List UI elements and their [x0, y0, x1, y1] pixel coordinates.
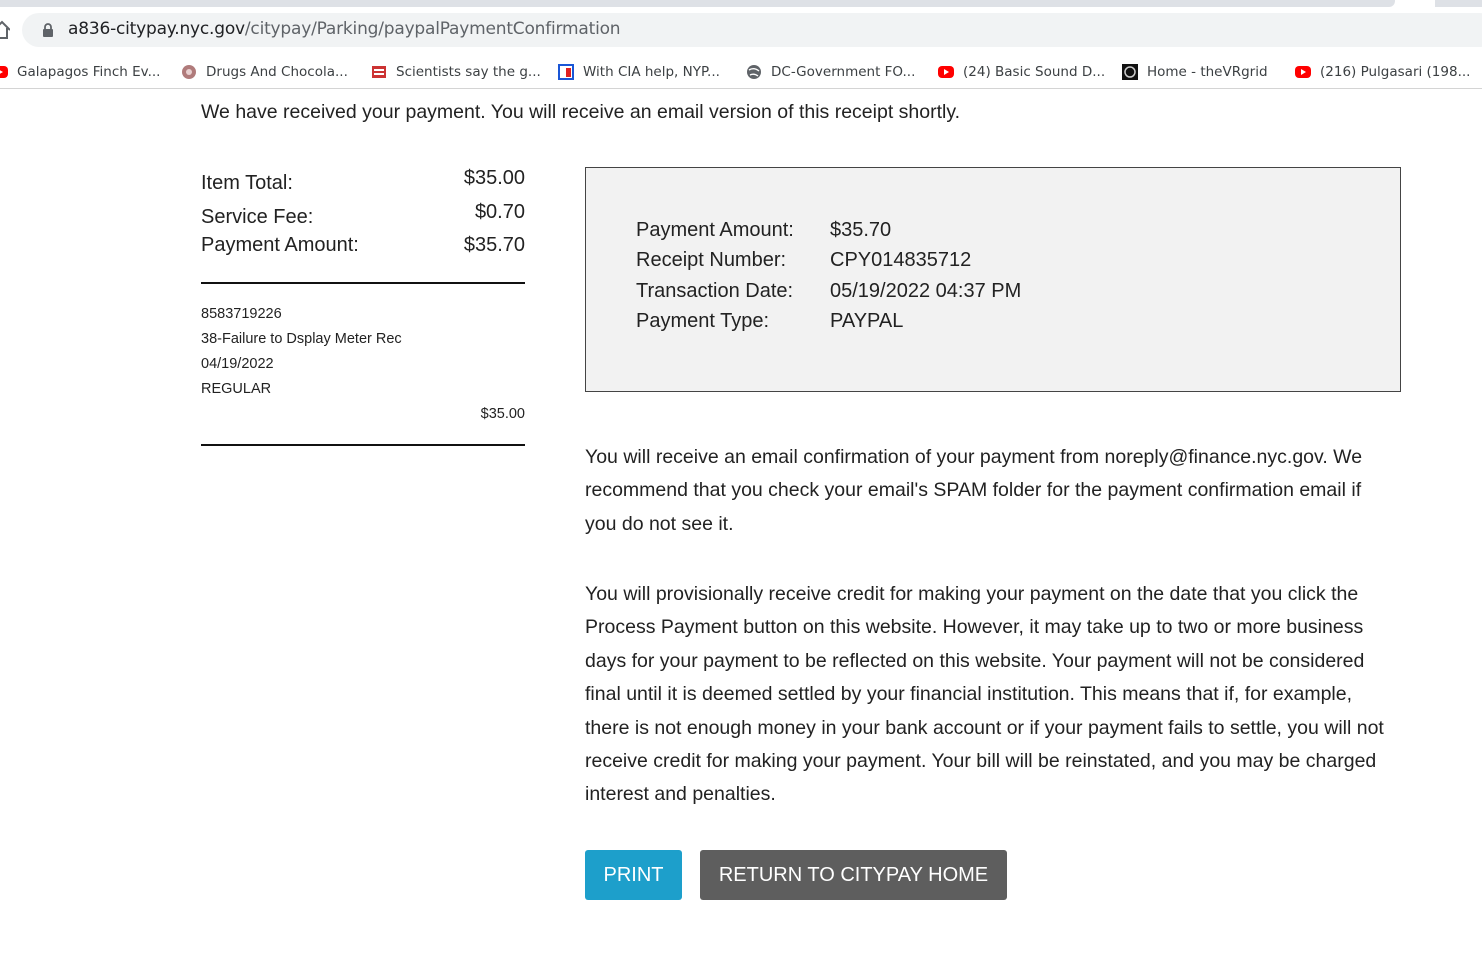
credit-notice: You will provisionally receive credit fo…	[585, 583, 1384, 806]
receipt-number-value: CPY014835712	[830, 249, 972, 271]
bookmark-label: Galapagos Finch Ev...	[17, 64, 161, 80]
receipt-number-label: Receipt Number:	[636, 249, 787, 271]
site-icon	[182, 65, 196, 79]
home-icon[interactable]	[0, 18, 10, 40]
bookmark-galapagos[interactable]: Galapagos Finch Ev...	[0, 62, 160, 82]
globe-icon	[747, 65, 761, 79]
payment-type-label: Payment Type:	[636, 310, 770, 332]
bookmark-pulgasari[interactable]: (216) Pulgasari (198...	[1295, 62, 1470, 82]
violation-number: 8583719226	[201, 306, 282, 322]
payment-type-value: PAYPAL	[830, 310, 904, 332]
transaction-date-value: 05/19/2022 04:37 PM	[830, 280, 1022, 302]
tab-strip	[0, 0, 1482, 7]
divider	[201, 444, 525, 446]
transaction-date-label: Transaction Date:	[636, 280, 794, 302]
print-button[interactable]: PRINT	[585, 850, 682, 900]
bookmark-dc-government[interactable]: DC-Government FO...	[746, 62, 915, 82]
bookmark-label: Drugs And Chocola...	[206, 64, 348, 80]
bookmark-drugs-chocolate[interactable]: Drugs And Chocola...	[181, 62, 348, 82]
bookmark-label: DC-Government FO...	[771, 64, 916, 80]
youtube-icon	[0, 66, 8, 78]
bookmark-label: (24) Basic Sound D...	[963, 64, 1106, 80]
bookmark-vrgrid[interactable]: Home - theVRgrid	[1122, 62, 1268, 82]
violation-type: REGULAR	[201, 381, 272, 397]
violation-date: 04/19/2022	[201, 356, 274, 372]
bookmark-basic-sound[interactable]: (24) Basic Sound D...	[938, 62, 1105, 82]
url-text[interactable]: a836-citypay.nyc.gov/citypay/Parking/pay…	[68, 19, 621, 39]
site-icon	[1122, 64, 1138, 80]
item-total-value: $35.00	[463, 167, 525, 189]
payment-amount-label: Payment Amount:	[201, 234, 359, 256]
item-total-label: Item Total:	[201, 172, 293, 194]
receipt-details-box: Payment Amount: $35.70 Receipt Number: C…	[585, 167, 1401, 392]
service-fee-label: Service Fee:	[201, 206, 314, 228]
site-icon	[372, 66, 386, 78]
tab-strip-bar	[0, 0, 1395, 7]
bookmark-label: Home - theVRgrid	[1147, 64, 1268, 80]
youtube-icon	[1295, 66, 1311, 78]
lock-icon[interactable]	[41, 22, 55, 38]
url-host: a836-citypay.nyc.gov	[68, 19, 245, 39]
site-icon	[558, 64, 574, 80]
divider	[201, 282, 525, 284]
payment-amount-value: $35.70	[463, 234, 525, 256]
tab-strip-bar-right	[1435, 0, 1482, 7]
url-path: /citypay/Parking/paypalPaymentConfirmati…	[244, 19, 621, 39]
bookmark-cia-help[interactable]: With CIA help, NYP...	[558, 62, 720, 82]
bookmark-label: With CIA help, NYP...	[583, 64, 720, 80]
return-home-button[interactable]: RETURN TO CITYPAY HOME	[700, 850, 1007, 900]
bookmarks-bar: Galapagos Finch Ev... Drugs And Chocola.…	[0, 56, 1482, 89]
confirmation-intro: We have received your payment. You will …	[201, 101, 961, 123]
youtube-icon	[938, 66, 954, 78]
bookmark-label: (216) Pulgasari (198...	[1320, 64, 1471, 80]
violation-description: 38-Failure to Dsplay Meter Rec	[201, 331, 402, 347]
violation-amount: $35.00	[480, 406, 525, 422]
service-fee-value: $0.70	[474, 201, 525, 223]
bookmark-label: Scientists say the g...	[396, 64, 541, 80]
receipt-payment-amount-label: Payment Amount:	[636, 219, 794, 241]
bookmark-scientists[interactable]: Scientists say the g...	[371, 62, 541, 82]
receipt-payment-amount-value: $35.70	[830, 219, 892, 241]
email-notice: You will receive an email confirmation o…	[585, 446, 1363, 535]
